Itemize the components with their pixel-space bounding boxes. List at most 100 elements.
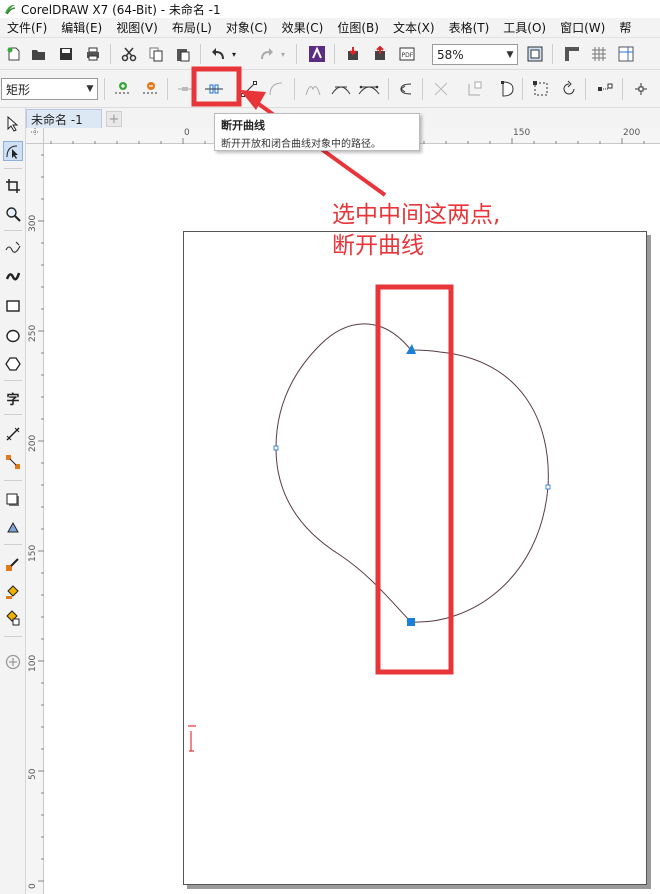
zoom-level-value: 58% — [437, 47, 464, 62]
menu-effects[interactable]: 效果(C) — [275, 19, 331, 36]
ruler-tick-label: 50 — [28, 768, 38, 780]
menu-view[interactable]: 视图(V) — [109, 19, 165, 36]
menu-bar: 文件(F) 编辑(E) 视图(V) 布局(L) 对象(C) 效果(C) 位图(B… — [0, 18, 660, 38]
freehand-icon — [5, 241, 21, 253]
selection-mode-value: 矩形 — [6, 82, 31, 97]
extract-subpath-button[interactable] — [464, 78, 486, 100]
interactive-fill-tool-button[interactable] — [3, 582, 23, 602]
rectangle-tool-button[interactable] — [3, 296, 23, 316]
convert-to-curve-button[interactable] — [265, 78, 287, 100]
document-tab[interactable]: 未命名 -1 — [26, 109, 102, 128]
eyedropper-icon — [6, 558, 19, 571]
show-guidelines-button[interactable] — [615, 43, 637, 65]
zoom-tool-button[interactable] — [3, 204, 23, 224]
publish-pdf-button[interactable]: PDF — [396, 43, 418, 65]
convert-to-line-button[interactable] — [238, 78, 260, 100]
add-document-tab-button[interactable]: + — [106, 111, 122, 127]
paste-button[interactable] — [172, 43, 194, 65]
import-button[interactable] — [342, 43, 364, 65]
menu-window[interactable]: 窗口(W) — [553, 19, 612, 36]
annotation-line-1: 选中中间这两点, — [332, 202, 501, 228]
selection-mode-combo[interactable]: 矩形 ▼ — [1, 78, 98, 100]
title-bar: CorelDRAW X7 (64-Bit) - 未命名 -1 — [0, 0, 660, 18]
break-curve-button[interactable] — [201, 78, 227, 100]
join-nodes-button[interactable] — [174, 78, 196, 100]
show-rulers-button[interactable] — [561, 43, 583, 65]
polygon-tool-button[interactable] — [3, 354, 23, 374]
add-node-button[interactable] — [112, 78, 134, 100]
elastic-mode-button[interactable] — [630, 78, 652, 100]
standard-toolbar: ▾ ▾ PDF 58% ▼ — [0, 38, 660, 70]
new-document-icon — [7, 47, 20, 61]
document-page[interactable] — [183, 231, 647, 885]
annotation-line-2: 断开曲线 — [332, 233, 424, 259]
show-grid-button[interactable] — [588, 43, 610, 65]
freehand-tool-button[interactable] — [3, 238, 23, 258]
crop-tool-button[interactable] — [3, 176, 23, 196]
shape-tool-icon — [6, 145, 18, 159]
add-tool-button[interactable] — [3, 652, 23, 672]
symmetrical-node-button[interactable] — [358, 78, 380, 100]
redo-button[interactable] — [255, 43, 277, 65]
smooth-node-button[interactable] — [330, 78, 352, 100]
copy-button[interactable] — [145, 43, 167, 65]
ruler-origin[interactable] — [26, 128, 44, 144]
print-button[interactable] — [82, 43, 104, 65]
close-curve-button[interactable] — [495, 78, 517, 100]
ruler-origin-icon — [31, 128, 39, 136]
vertical-ruler[interactable]: 300 250 200 150 100 50 0 — [26, 144, 44, 894]
ruler-tick-label: 150 — [513, 128, 531, 138]
menu-table[interactable]: 表格(T) — [442, 19, 497, 36]
text-tool-icon: 字 — [6, 392, 20, 408]
paste-icon — [177, 49, 190, 62]
smart-fill-tool-button[interactable] — [3, 608, 23, 628]
redo-dropdown-button[interactable]: ▾ — [277, 43, 289, 65]
align-nodes-button[interactable] — [594, 78, 616, 100]
transparency-tool-button[interactable] — [3, 518, 23, 538]
menu-layout[interactable]: 布局(L) — [165, 19, 219, 36]
shape-tool-button[interactable] — [3, 141, 23, 161]
menu-help[interactable]: 帮 — [612, 19, 638, 36]
menu-file[interactable]: 文件(F) — [0, 19, 54, 36]
rotate-nodes-button[interactable] — [558, 78, 580, 100]
undo-button[interactable] — [208, 43, 230, 65]
save-button[interactable] — [55, 43, 77, 65]
symmetrical-node-icon — [358, 85, 380, 95]
open-button[interactable] — [28, 43, 50, 65]
extend-curve-button[interactable] — [430, 78, 452, 100]
annotation-text: 选中中间这两点, 断开曲线 — [332, 200, 572, 262]
text-tool-button[interactable]: 字 — [3, 388, 23, 408]
menu-bitmaps[interactable]: 位图(B) — [330, 19, 386, 36]
pdf-icon: PDF — [399, 47, 415, 61]
drop-shadow-tool-button[interactable] — [3, 490, 23, 510]
select-all-nodes-button[interactable] — [530, 78, 552, 100]
export-button[interactable] — [369, 43, 391, 65]
pick-tool-button[interactable] — [3, 114, 23, 134]
export-icon — [375, 46, 385, 60]
menu-object[interactable]: 对象(C) — [219, 19, 275, 36]
menu-text[interactable]: 文本(X) — [386, 19, 442, 36]
convert-to-curve-icon — [269, 82, 283, 96]
ellipse-tool-button[interactable] — [3, 326, 23, 346]
cut-button[interactable] — [118, 43, 140, 65]
full-screen-preview-button[interactable] — [524, 43, 546, 65]
tooltip-break-curve: 断开曲线 断开开放和闭合曲线对象中的路径。 — [214, 113, 420, 151]
menu-tools[interactable]: 工具(O) — [496, 19, 553, 36]
document-tab-label: 未命名 -1 — [31, 112, 83, 127]
connector-tool-button[interactable] — [3, 452, 23, 472]
fill-bucket-icon — [6, 585, 19, 599]
new-document-button[interactable] — [3, 43, 25, 65]
cusp-node-button[interactable] — [302, 78, 324, 100]
reverse-direction-button[interactable] — [395, 78, 417, 100]
eyedropper-tool-button[interactable] — [3, 554, 23, 574]
menu-edit[interactable]: 编辑(E) — [54, 19, 109, 36]
zoom-level-combo[interactable]: 58% ▼ — [432, 44, 518, 65]
delete-node-button[interactable] — [140, 78, 162, 100]
artistic-media-tool-button[interactable] — [3, 266, 23, 286]
chevron-down-icon: ▼ — [506, 49, 514, 60]
search-content-button[interactable] — [306, 43, 328, 65]
undo-dropdown-button[interactable]: ▾ — [228, 43, 240, 65]
drop-shadow-icon — [6, 493, 19, 506]
dimension-tool-button[interactable] — [3, 424, 23, 444]
plus-circle-icon — [5, 654, 21, 670]
